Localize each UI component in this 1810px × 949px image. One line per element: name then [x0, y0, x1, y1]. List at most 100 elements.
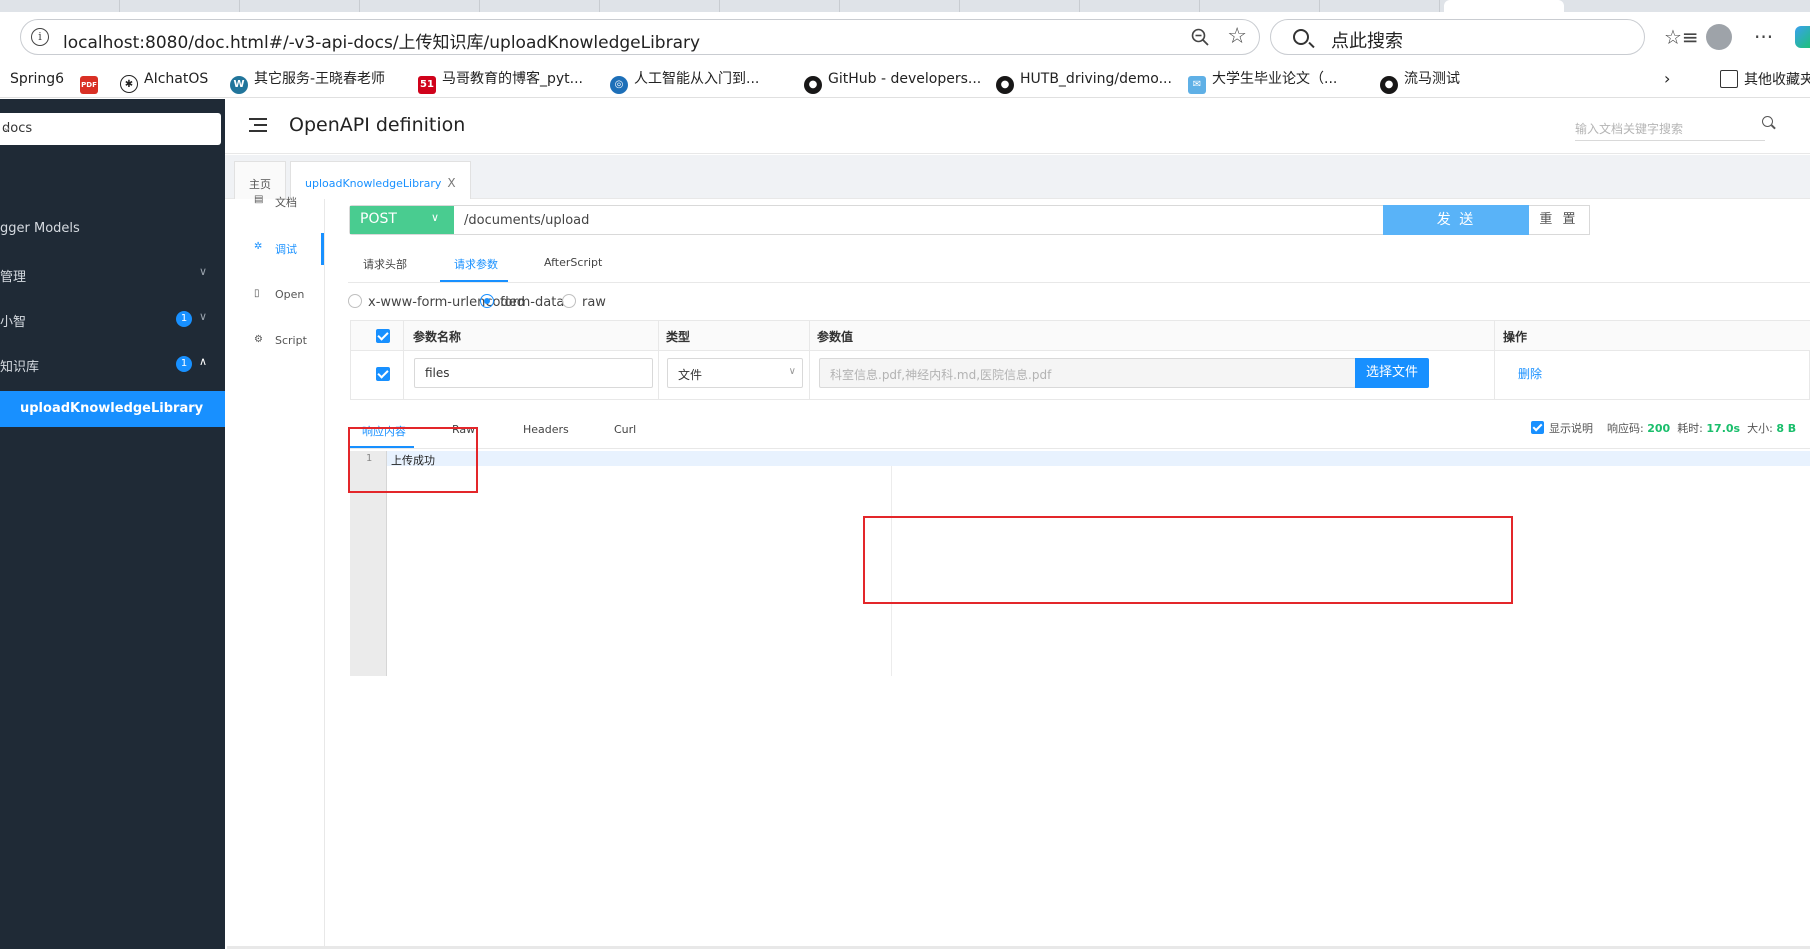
sidebar-item-manage[interactable]: 管理 ∨	[0, 254, 225, 294]
site-info-icon[interactable]: i	[31, 28, 49, 46]
mail-icon: ✉	[1188, 76, 1206, 94]
github-icon: ●	[804, 76, 822, 94]
bookmark-label: 其它服务-王晓春老师	[254, 71, 386, 87]
params-table: 参数名称 类型 参数值 操作 files 文件 ∨ 科室信息.pdf,神经内科.m…	[350, 320, 1810, 400]
sidebar-item-upload-knowledge-library[interactable]: uploadKnowledgeLibrary	[0, 391, 225, 427]
browser-tab[interactable]	[1080, 0, 1200, 12]
address-bar-row: i localhost:8080/doc.html#/-v3-api-docs/…	[0, 12, 1810, 62]
column-header: 操作	[1503, 330, 1528, 344]
tab-label: uploadKnowledgeLibrary	[305, 177, 442, 190]
delete-link[interactable]: 删除	[1518, 365, 1542, 382]
more-menu-icon[interactable]: ···	[1754, 26, 1773, 48]
send-button[interactable]: 发 送	[1383, 205, 1529, 235]
chevron-up-icon: ∧	[199, 355, 208, 368]
radio-form-data[interactable]: form-data	[480, 294, 564, 310]
sidebar-item-label: 管理	[0, 270, 27, 285]
bookmarks-overflow-chevron-icon[interactable]: ›	[1664, 70, 1670, 88]
bookmark-item[interactable]: PDF	[80, 70, 104, 94]
nav-active-indicator	[321, 233, 324, 265]
count-badge: 1	[176, 311, 192, 327]
bookmark-label: 马哥教育的博客_pyt...	[442, 71, 584, 87]
sidebar-item-xiaozhi[interactable]: 小智 1 ∨	[0, 299, 225, 339]
sidebar-item-label: 小智	[0, 315, 27, 330]
tab-after-script[interactable]: AfterScript	[544, 256, 602, 269]
radio-circle	[348, 294, 362, 308]
browser-tab[interactable]	[840, 0, 960, 12]
copilot-icon[interactable]	[1795, 26, 1810, 48]
bookmark-item[interactable]: ● HUTB_driving/demo...	[996, 70, 1172, 94]
browser-tab[interactable]	[120, 0, 240, 12]
zoom-out-icon[interactable]	[1191, 28, 1209, 46]
bookmark-label: 大学生毕业论文（...	[1212, 71, 1338, 87]
circle-logo-icon: ◎	[610, 76, 628, 94]
tab-request-headers[interactable]: 请求头部	[363, 256, 407, 272]
browser-tab[interactable]	[600, 0, 720, 12]
bookmark-item[interactable]: ● GitHub - developers...	[804, 70, 981, 94]
request-path-input[interactable]: /documents/upload	[464, 213, 589, 228]
browser-tab[interactable]	[720, 0, 840, 12]
profile-avatar[interactable]	[1706, 24, 1732, 50]
tab-request-params[interactable]: 请求参数	[454, 256, 498, 272]
bookmark-item[interactable]: ◎ 人工智能从入门到...	[610, 70, 759, 94]
favorite-star-icon[interactable]: ☆	[1227, 25, 1247, 49]
sidebar-item-knowledge[interactable]: 知识库 1 ∧	[0, 344, 225, 384]
row-checkbox[interactable]	[376, 367, 390, 381]
browser-tab[interactable]	[0, 0, 120, 12]
nav-label: 调试	[275, 243, 297, 256]
radio-circle	[562, 294, 576, 308]
bookmark-item[interactable]: 其他收藏夹	[1720, 70, 1810, 89]
51cto-icon: 51	[418, 76, 436, 94]
show-desc-checkbox[interactable]	[1531, 421, 1544, 434]
doc-search-input[interactable]: 输入文档关键字搜索	[1575, 113, 1773, 141]
openai-icon: ✱	[120, 75, 138, 93]
bookmark-item[interactable]: ✱ AIchatOS	[120, 70, 208, 93]
browser-search-box[interactable]: 点此搜索	[1270, 19, 1645, 55]
browser-tab[interactable]	[480, 0, 600, 12]
column-header: 参数值	[817, 330, 854, 344]
browser-active-tab[interactable]	[1444, 0, 1564, 12]
select-all-checkbox[interactable]	[376, 329, 390, 343]
column-header: 参数名称	[413, 330, 462, 344]
bookmark-item[interactable]: Spring6	[10, 70, 64, 88]
nav-label: 文档	[275, 196, 297, 209]
bookmark-item[interactable]: ✉ 大学生毕业论文（...	[1188, 70, 1337, 94]
file-icon: ▯	[254, 288, 260, 299]
chevron-down-icon: ∨	[199, 265, 208, 278]
browser-tab[interactable]	[360, 0, 480, 12]
param-name-input[interactable]: files	[414, 358, 653, 388]
nav-label: Script	[275, 334, 307, 347]
reset-button[interactable]: 重 置	[1529, 205, 1590, 235]
tab-label: 主页	[249, 178, 271, 191]
tab-response-curl[interactable]: Curl	[614, 423, 636, 436]
bookmark-item[interactable]: W 其它服务-王晓春老师	[230, 70, 385, 94]
group-select[interactable]: docs ⌄	[0, 113, 221, 145]
tab-response-headers[interactable]: Headers	[523, 423, 569, 436]
bookmark-item[interactable]: 51 马哥教育的博客_pyt...	[418, 70, 583, 94]
time-label: 耗时:	[1677, 422, 1703, 435]
radio-raw[interactable]: raw	[562, 294, 606, 310]
nav-label: Open	[275, 288, 305, 301]
choose-file-button[interactable]: 选择文件	[1355, 358, 1429, 388]
favorites-list-icon[interactable]: ☆≡	[1664, 26, 1699, 48]
browser-search-placeholder: 点此搜索	[1331, 31, 1403, 52]
param-type-select[interactable]: 文件 ∨	[667, 358, 803, 388]
browser-tab[interactable]	[960, 0, 1080, 12]
browser-tab[interactable]	[1200, 0, 1320, 12]
bookmark-item[interactable]: ● 流马测试	[1380, 70, 1460, 94]
browser-tab[interactable]	[1320, 0, 1440, 12]
address-bar[interactable]: i localhost:8080/doc.html#/-v3-api-docs/…	[20, 19, 1260, 55]
search-icon[interactable]	[1762, 116, 1773, 127]
search-icon	[1293, 29, 1309, 45]
method-select[interactable]: POST ∨	[350, 206, 454, 234]
url-text[interactable]: localhost:8080/doc.html#/-v3-api-docs/上传…	[63, 28, 700, 53]
chevron-down-icon: ∨	[199, 310, 208, 323]
tab-upload-knowledge-library[interactable]: uploadKnowledgeLibrary X	[290, 161, 471, 199]
param-value-field[interactable]: 科室信息.pdf,神经内科.md,医院信息.pdf	[819, 358, 1356, 388]
chevron-down-icon: ⌄	[2, 120, 13, 134]
sidebar-item-models[interactable]: gger Models	[0, 209, 225, 249]
pdf-icon: PDF	[80, 76, 98, 94]
radio-label: form-data	[500, 295, 565, 310]
menu-toggle-icon[interactable]	[249, 118, 267, 132]
close-icon[interactable]: X	[447, 176, 455, 190]
browser-tab[interactable]	[240, 0, 360, 12]
